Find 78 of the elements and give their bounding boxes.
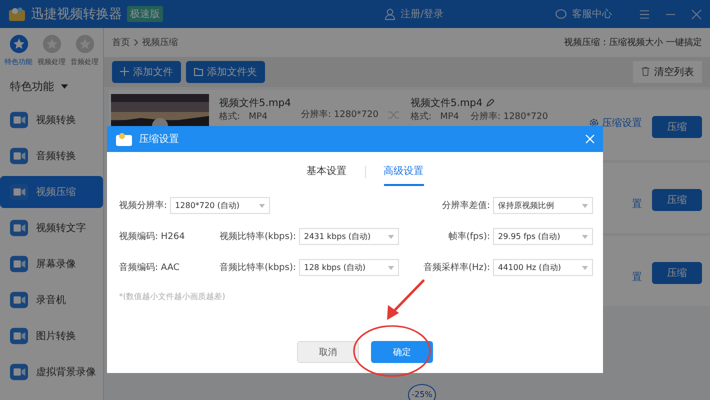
app-logo-icon bbox=[8, 6, 26, 22]
compress-settings-link[interactable]: 置 bbox=[632, 270, 642, 284]
field-label: 分辨率差值: bbox=[442, 200, 490, 212]
trash-icon bbox=[641, 67, 650, 76]
login-link[interactable]: 注册/登录 bbox=[400, 7, 444, 21]
compress-settings-link[interactable]: 压缩设置 bbox=[602, 116, 642, 130]
field-text: 音频编码: AAC bbox=[119, 262, 180, 274]
file-format: 格式: MP4 bbox=[219, 112, 269, 123]
video-camera-icon bbox=[10, 255, 28, 273]
caret-icon bbox=[388, 266, 394, 270]
sidebar-item[interactable]: 视频转换 bbox=[0, 104, 103, 136]
sidebar-item[interactable]: 屏幕录像 bbox=[0, 248, 103, 280]
settings-tab[interactable]: 基本设置 bbox=[306, 164, 346, 186]
sidebar-item[interactable]: 视频压缩 bbox=[0, 176, 103, 208]
dropdown[interactable]: 29.95 fps (自动) bbox=[493, 228, 593, 245]
sidebar-item[interactable]: 视频转文字 bbox=[0, 212, 103, 244]
video-camera-icon bbox=[10, 183, 28, 201]
compress-button[interactable]: 压缩 bbox=[652, 189, 702, 211]
sidebar-item[interactable]: 图片转换 bbox=[0, 320, 103, 352]
caret-icon bbox=[582, 266, 588, 270]
dropdown[interactable]: 保持原视频比例 bbox=[493, 197, 593, 214]
app-title: 迅捷视频转换器 bbox=[31, 6, 122, 23]
caret-icon bbox=[582, 204, 588, 208]
field-text: 视频编码: H264 bbox=[119, 230, 185, 243]
file-name: 视频文件5.mp4 bbox=[219, 96, 291, 110]
chat-icon bbox=[555, 8, 567, 20]
field-label: 音频比特率(kbps): bbox=[220, 262, 296, 274]
video-camera-icon bbox=[10, 327, 28, 345]
add-file-button[interactable]: 添加文件 bbox=[112, 61, 181, 83]
app-logo-icon bbox=[115, 131, 133, 147]
compress-button[interactable]: 压缩 bbox=[652, 116, 702, 138]
sidebar-item[interactable]: 虚拟背景录像 bbox=[0, 356, 103, 388]
settings-tab[interactable]: 高级设置 bbox=[384, 164, 424, 186]
field-label: 视频分辨率: bbox=[119, 200, 168, 212]
folder-icon bbox=[194, 67, 203, 76]
video-camera-icon bbox=[10, 147, 28, 165]
tagline-text: 视频压缩：压缩视频大小 一键搞定 bbox=[564, 36, 702, 49]
support-link[interactable]: 客服中心 bbox=[572, 7, 612, 21]
menu-icon[interactable] bbox=[639, 8, 650, 20]
caret-icon bbox=[60, 84, 68, 90]
breadcrumb-link[interactable]: 首页 bbox=[112, 36, 130, 49]
output-format: 格式: MP4 分辨率: 1280*720 bbox=[410, 112, 548, 123]
compress-settings-link[interactable]: 置 bbox=[632, 197, 642, 211]
pencil-icon[interactable] bbox=[486, 99, 494, 107]
sidebar-item[interactable]: 录音机 bbox=[0, 284, 103, 316]
user-icon bbox=[384, 8, 396, 20]
breadcrumb-current: 视频压缩 bbox=[142, 36, 178, 49]
close-icon[interactable] bbox=[691, 8, 702, 20]
dropdown[interactable]: 128 kbps (自动) bbox=[299, 259, 399, 276]
edition-tag: 极速版 bbox=[127, 6, 163, 22]
sidebar-item[interactable]: 音频转换 bbox=[0, 140, 103, 172]
output-file-name: 视频文件5.mp4 bbox=[410, 96, 482, 110]
field-label: 帧率(fps): bbox=[448, 230, 490, 243]
annotation-arrow bbox=[387, 279, 425, 320]
video-camera-icon bbox=[10, 291, 28, 309]
field-label: 音频采样率(Hz): bbox=[423, 262, 490, 274]
clear-list-button[interactable]: 清空列表 bbox=[633, 61, 702, 83]
cancel-button[interactable]: 取消 bbox=[297, 341, 359, 363]
gear-icon[interactable] bbox=[589, 118, 599, 128]
compress-button[interactable]: 压缩 bbox=[652, 262, 702, 284]
caret-icon bbox=[259, 204, 266, 208]
hint-text: *(数值越小文件越小画质越差) bbox=[119, 291, 226, 302]
confirm-button[interactable]: 确定 bbox=[371, 341, 433, 363]
dropdown[interactable]: 2431 kbps (自动) bbox=[299, 228, 399, 245]
add-folder-button[interactable]: 添加文件夹 bbox=[186, 61, 265, 83]
field-label: 视频比特率(kbps): bbox=[220, 230, 296, 243]
dialog-title: 压缩设置 bbox=[139, 132, 180, 146]
file-resolution: 分辨率: 1280*720 bbox=[301, 110, 378, 121]
section-dropdown[interactable]: 特色功能 bbox=[0, 67, 103, 100]
ratio-badge: -25% bbox=[408, 384, 436, 400]
video-camera-icon bbox=[10, 363, 28, 381]
chevron-icon bbox=[134, 39, 138, 46]
video-camera-icon bbox=[10, 219, 28, 237]
plus-icon bbox=[120, 67, 129, 76]
shuffle-icon bbox=[388, 110, 400, 120]
video-camera-icon bbox=[10, 111, 28, 129]
dropdown[interactable]: 1280*720 (自动) bbox=[170, 197, 270, 214]
dropdown[interactable]: 44100 Hz (自动) bbox=[493, 259, 593, 276]
